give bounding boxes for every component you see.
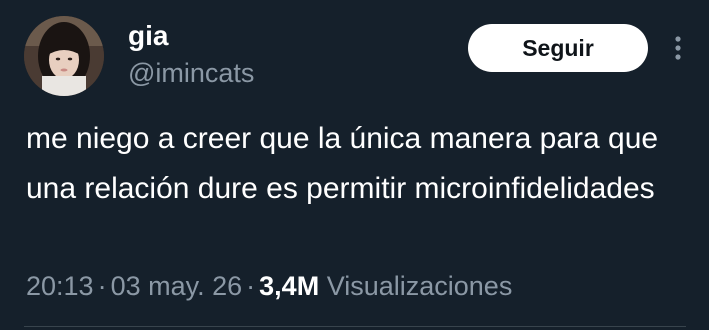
tweet-text: me niego a creer que la única manera par… — [26, 122, 659, 205]
user-handle[interactable]: @imincats — [128, 56, 254, 90]
avatar[interactable] — [24, 16, 104, 96]
avatar-image — [24, 16, 104, 96]
meta-separator: · — [97, 271, 107, 301]
tweet-card: gia @imincats Seguir me niego a creer qu… — [0, 0, 709, 330]
divider — [24, 326, 686, 327]
views-label[interactable]: Visualizaciones — [327, 271, 513, 301]
tweet-date[interactable]: 03 may. 26 — [111, 271, 243, 301]
follow-button[interactable]: Seguir — [468, 24, 648, 72]
tweet-time[interactable]: 20:13 — [26, 271, 94, 301]
more-vertical-icon — [675, 36, 681, 60]
more-options-button[interactable] — [664, 30, 692, 66]
display-name[interactable]: gia — [128, 18, 168, 54]
tweet-meta: 20:13 · 03 may. 26 · 3,4M Visualizaciones — [26, 266, 512, 306]
meta-separator: · — [246, 271, 256, 301]
views-count[interactable]: 3,4M — [259, 271, 319, 301]
